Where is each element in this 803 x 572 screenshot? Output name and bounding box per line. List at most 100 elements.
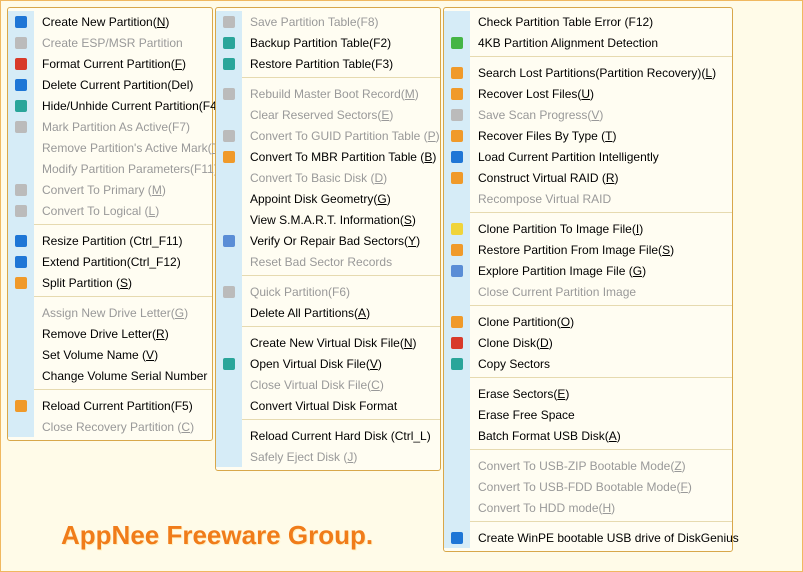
menu-item-resize-partition-ctrl-f11[interactable]: Resize Partition (Ctrl_F11) bbox=[8, 230, 212, 251]
menu-item-label: Erase Sectors(E) bbox=[470, 387, 569, 401]
menu-item-modify-partition-parameters-f11: Modify Partition Parameters(F11) bbox=[8, 158, 212, 179]
menu-item-view-s-m-a-r-t-information-s[interactable]: View S.M.A.R.T. Information(S) bbox=[216, 209, 440, 230]
menu-column-1: Create New Partition(N) Create ESP/MSR Pa… bbox=[7, 7, 213, 441]
menu-item-label: Backup Partition Table(F2) bbox=[242, 36, 391, 50]
menu-item-delete-current-partition-del[interactable]: Delete Current Partition(Del) bbox=[8, 74, 212, 95]
menu-item-clone-disk-d[interactable]: Clone Disk(D) bbox=[444, 332, 732, 353]
restore-teal-icon bbox=[216, 53, 242, 74]
menu-item-recover-files-by-type-t[interactable]: Recover Files By Type (T) bbox=[444, 125, 732, 146]
menu-item-create-winpe-bootable-usb-drive-of-diskgenius[interactable]: Create WinPE bootable USB drive of DiskG… bbox=[444, 527, 732, 548]
explore-color-icon bbox=[444, 260, 470, 281]
menu-item-4kb-partition-alignment-detection[interactable]: 4KB Partition Alignment Detection bbox=[444, 32, 732, 53]
menu-item-label: Clone Disk(D) bbox=[470, 336, 553, 350]
menu-item-convert-to-mbr-partition-table-b[interactable]: Convert To MBR Partition Table (B) bbox=[216, 146, 440, 167]
copy-teal-icon bbox=[444, 353, 470, 374]
menu-item-label: Convert To HDD mode(H) bbox=[470, 501, 615, 515]
menu-item-erase-free-space[interactable]: Erase Free Space bbox=[444, 404, 732, 425]
menu-item-batch-format-usb-disk-a[interactable]: Batch Format USB Disk(A) bbox=[444, 425, 732, 446]
menu-item-format-current-partition-f[interactable]: Format Current Partition(F) bbox=[8, 53, 212, 74]
menu-item-label: Close Virtual Disk File(C) bbox=[242, 378, 384, 392]
menu-item-label: Create New Virtual Disk File(N) bbox=[242, 336, 417, 350]
menu-item-close-virtual-disk-file-c: Close Virtual Disk File(C) bbox=[216, 374, 440, 395]
menu-item-label: Modify Partition Parameters(F11) bbox=[34, 162, 218, 176]
menu-item-label: Convert To Logical (L) bbox=[34, 204, 159, 218]
menu-item-restore-partition-from-image-file-s[interactable]: Restore Partition From Image File(S) bbox=[444, 239, 732, 260]
menu-separator bbox=[444, 374, 732, 383]
menu-item-label: Create New Partition(N) bbox=[34, 15, 169, 29]
menu-item-label: Remove Drive Letter(R) bbox=[34, 327, 169, 341]
menu-item-label: Convert Virtual Disk Format bbox=[242, 399, 397, 413]
type-orange-icon bbox=[444, 125, 470, 146]
dot-gray-icon bbox=[8, 32, 34, 53]
menu-item-label: Copy Sectors bbox=[470, 357, 550, 371]
menu-item-restore-partition-table-f3[interactable]: Restore Partition Table(F3) bbox=[216, 53, 440, 74]
menu-item-convert-to-logical-l: Convert To Logical (L) bbox=[8, 200, 212, 221]
blank-icon bbox=[216, 167, 242, 188]
menu-item-label: Convert To USB-ZIP Bootable Mode(Z) bbox=[470, 459, 686, 473]
menu-item-mark-partition-as-active-f7: Mark Partition As Active(F7) bbox=[8, 116, 212, 137]
menu-item-convert-to-hdd-mode-h: Convert To HDD mode(H) bbox=[444, 497, 732, 518]
menu-item-label: Load Current Partition Intelligently bbox=[470, 150, 659, 164]
menu-item-reload-current-partition-f5[interactable]: Reload Current Partition(F5) bbox=[8, 395, 212, 416]
menu-item-clone-partition-o[interactable]: Clone Partition(O) bbox=[444, 311, 732, 332]
menu-item-label: Explore Partition Image File (G) bbox=[470, 264, 646, 278]
raid-orange-icon bbox=[444, 167, 470, 188]
menu-item-label: Erase Free Space bbox=[470, 408, 575, 422]
blank-icon bbox=[8, 323, 34, 344]
menu-item-construct-virtual-raid-r[interactable]: Construct Virtual RAID (R) bbox=[444, 167, 732, 188]
menu-separator bbox=[216, 323, 440, 332]
menu-item-label: Reset Bad Sector Records bbox=[242, 255, 392, 269]
menu-item-explore-partition-image-file-g[interactable]: Explore Partition Image File (G) bbox=[444, 260, 732, 281]
clone-color-icon bbox=[444, 218, 470, 239]
blank-icon bbox=[216, 395, 242, 416]
menu-item-label: Save Partition Table(F8) bbox=[242, 15, 379, 29]
menu-item-label: Hide/Unhide Current Partition(F4) bbox=[34, 99, 221, 113]
menu-item-create-new-virtual-disk-file-n[interactable]: Create New Virtual Disk File(N) bbox=[216, 332, 440, 353]
menu-item-search-lost-partitions-partition-recovery-l[interactable]: Search Lost Partitions(Partition Recover… bbox=[444, 62, 732, 83]
menu-item-label: Create ESP/MSR Partition bbox=[34, 36, 183, 50]
menu-item-reload-current-hard-disk-ctrl-l[interactable]: Reload Current Hard Disk (Ctrl_L) bbox=[216, 425, 440, 446]
menu-item-extend-partition-ctrl-f12[interactable]: Extend Partition(Ctrl_F12) bbox=[8, 251, 212, 272]
menu-item-split-partition-s[interactable]: Split Partition (S) bbox=[8, 272, 212, 293]
menu-item-erase-sectors-e[interactable]: Erase Sectors(E) bbox=[444, 383, 732, 404]
menu-item-label: Close Current Partition Image bbox=[470, 285, 636, 299]
blank-icon bbox=[8, 158, 34, 179]
menu-item-delete-all-partitions-a[interactable]: Delete All Partitions(A) bbox=[216, 302, 440, 323]
menu-item-convert-virtual-disk-format[interactable]: Convert Virtual Disk Format bbox=[216, 395, 440, 416]
menu-item-label: Set Volume Name (V) bbox=[34, 348, 158, 362]
menu-item-load-current-partition-intelligently[interactable]: Load Current Partition Intelligently bbox=[444, 146, 732, 167]
menu-item-remove-drive-letter-r[interactable]: Remove Drive Letter(R) bbox=[8, 323, 212, 344]
blank-icon bbox=[216, 332, 242, 353]
menu-item-open-virtual-disk-file-v[interactable]: Open Virtual Disk File(V) bbox=[216, 353, 440, 374]
menu-item-check-partition-table-error-f12[interactable]: Check Partition Table Error (F12) bbox=[444, 11, 732, 32]
menu-item-recover-lost-files-u[interactable]: Recover Lost Files(U) bbox=[444, 83, 732, 104]
menu-item-backup-partition-table-f2[interactable]: Backup Partition Table(F2) bbox=[216, 32, 440, 53]
restore-color-icon bbox=[444, 239, 470, 260]
menu-column-3: Check Partition Table Error (F12)4KB Par… bbox=[443, 7, 733, 552]
mbr-gray-icon bbox=[216, 83, 242, 104]
menu-item-change-volume-serial-number[interactable]: Change Volume Serial Number bbox=[8, 365, 212, 386]
menu-item-clear-reserved-sectors-e: Clear Reserved Sectors(E) bbox=[216, 104, 440, 125]
menu-item-label: Remove Partition's Active Mark(T) bbox=[34, 141, 223, 155]
menu-item-label: Recompose Virtual RAID bbox=[470, 192, 611, 206]
menu-item-reset-bad-sector-records: Reset Bad Sector Records bbox=[216, 251, 440, 272]
menu-item-create-new-partition-n[interactable]: Create New Partition(N) bbox=[8, 11, 212, 32]
menu-item-label: Safely Eject Disk (J) bbox=[242, 450, 357, 464]
menu-item-clone-partition-to-image-file-i[interactable]: Clone Partition To Image File(I) bbox=[444, 218, 732, 239]
menu-item-label: Clear Reserved Sectors(E) bbox=[242, 108, 393, 122]
blank-icon bbox=[444, 425, 470, 446]
blank-icon bbox=[444, 11, 470, 32]
blank-icon bbox=[216, 374, 242, 395]
menu-item-close-current-partition-image: Close Current Partition Image bbox=[444, 281, 732, 302]
menu-item-hide-unhide-current-partition-f4[interactable]: Hide/Unhide Current Partition(F4) bbox=[8, 95, 212, 116]
menu-item-set-volume-name-v[interactable]: Set Volume Name (V) bbox=[8, 344, 212, 365]
blank-icon bbox=[216, 446, 242, 467]
resize-blue-icon bbox=[8, 230, 34, 251]
menu-item-label: Reload Current Partition(F5) bbox=[34, 399, 193, 413]
menu-separator bbox=[444, 53, 732, 62]
blank-icon bbox=[216, 188, 242, 209]
menu-item-appoint-disk-geometry-g[interactable]: Appoint Disk Geometry(G) bbox=[216, 188, 440, 209]
menu-item-verify-or-repair-bad-sectors-y[interactable]: Verify Or Repair Bad Sectors(Y) bbox=[216, 230, 440, 251]
menu-item-label: Convert To MBR Partition Table (B) bbox=[242, 150, 436, 164]
menu-item-copy-sectors[interactable]: Copy Sectors bbox=[444, 353, 732, 374]
